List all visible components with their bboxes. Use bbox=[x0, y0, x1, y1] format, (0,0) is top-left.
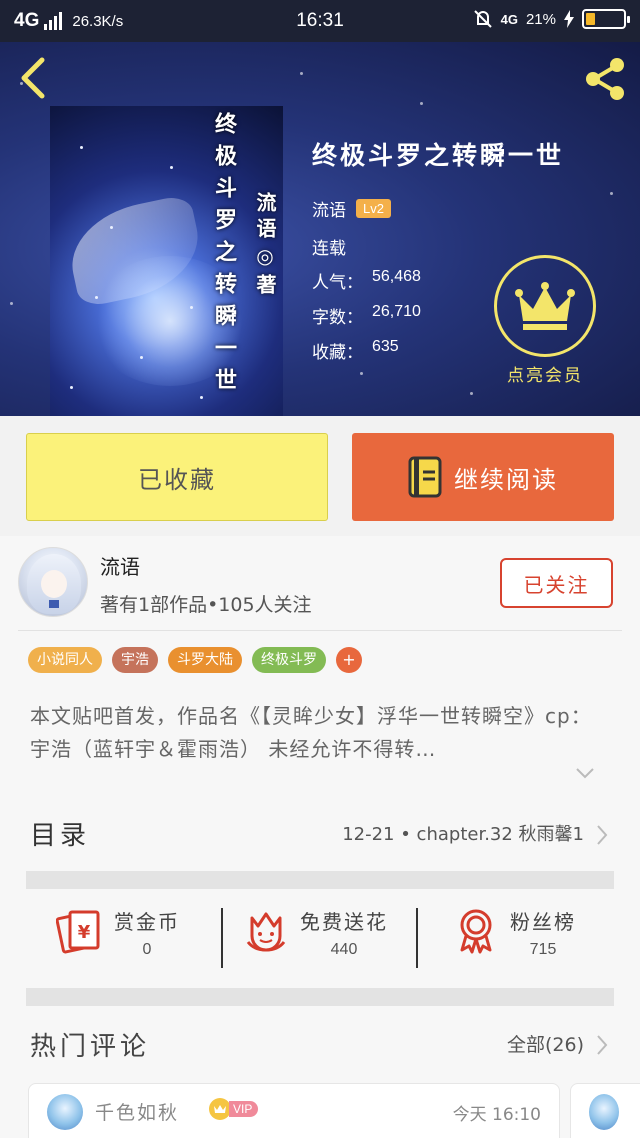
continue-reading-button[interactable]: 继续阅读 bbox=[352, 433, 614, 521]
commenter-avatar[interactable] bbox=[589, 1094, 619, 1130]
book-description[interactable]: 本文贴吧首发，作品名《【灵眸少女】浮华一世转瞬空》cp：宇浩（蓝轩宇＆霍雨浩） … bbox=[30, 700, 610, 766]
collected-label: 已收藏 bbox=[138, 465, 216, 494]
divider bbox=[221, 908, 223, 968]
network-type-right: 4G bbox=[500, 11, 518, 27]
book-title: 终极斗罗之转瞬一世 bbox=[312, 141, 565, 170]
commenter-name[interactable]: 千色如秋 bbox=[95, 1098, 179, 1125]
medal-icon bbox=[460, 909, 492, 954]
all-comments-link[interactable]: 全部(26) bbox=[507, 1030, 584, 1057]
author-meta: 著有1部作品•105人关注 bbox=[100, 594, 312, 616]
back-arrow-icon[interactable] bbox=[14, 56, 54, 100]
chevron-right-icon bbox=[597, 825, 608, 845]
vip-button[interactable]: 点亮会员 bbox=[490, 255, 600, 386]
tag-item[interactable]: 终极斗罗 bbox=[252, 647, 326, 673]
battery-icon bbox=[582, 9, 630, 29]
comment-time: 今天 16:10 bbox=[452, 1105, 541, 1125]
stat-favorites: 收藏： 635 bbox=[312, 338, 399, 363]
red-envelope-icon: ¥ bbox=[56, 910, 100, 954]
tag-item[interactable]: 宇浩 bbox=[112, 647, 158, 673]
tip-coins-button[interactable]: ¥ 赏金币 0 bbox=[56, 906, 180, 959]
comment-card[interactable]: 千色如秋 VIP 今天 16:10 bbox=[28, 1083, 560, 1138]
charging-icon bbox=[564, 10, 574, 28]
engagement-row: ¥ 赏金币 0 免费送花 440 粉丝榜 715 bbox=[0, 888, 640, 988]
svg-text:¥: ¥ bbox=[78, 922, 91, 943]
chevron-down-icon[interactable] bbox=[575, 766, 595, 780]
fan-ranking-button[interactable]: 粉丝榜 715 bbox=[452, 906, 576, 959]
section-separator bbox=[26, 988, 614, 1006]
table-of-contents-row[interactable]: 目录 12-21 • chapter.32 秋雨馨1 bbox=[0, 795, 640, 871]
crown-icon bbox=[209, 1098, 231, 1120]
stat-popularity: 人气： 56,468 bbox=[312, 268, 421, 293]
follow-button[interactable]: 已关注 bbox=[500, 558, 613, 608]
tag-list: 小说同人 宇浩 斗罗大陆 终极斗罗 + bbox=[28, 647, 362, 673]
book-cover[interactable]: 终极斗罗之转瞬一世 流语◎著 bbox=[50, 106, 283, 416]
hot-comments-header: 热门评论 全部(26) bbox=[0, 1012, 640, 1072]
book-detail-page: 4G 26.3K/s 16:31 4G 21% 终极斗罗之转瞬一世 流语◎著 终… bbox=[0, 0, 640, 1138]
hot-comments-title: 热门评论 bbox=[30, 1032, 151, 1062]
section-separator bbox=[26, 871, 614, 889]
mute-icon bbox=[473, 10, 492, 28]
comment-card[interactable] bbox=[570, 1083, 640, 1138]
tag-item[interactable]: 小说同人 bbox=[28, 647, 102, 673]
author-name[interactable]: 流语 bbox=[100, 551, 140, 580]
status-bar: 4G 26.3K/s 16:31 4G 21% bbox=[0, 0, 640, 42]
vip-label: 点亮会员 bbox=[507, 366, 583, 386]
flower-icon bbox=[246, 912, 286, 952]
crown-icon bbox=[515, 282, 575, 330]
cover-author: 流语◎著 bbox=[253, 192, 277, 300]
chevron-right-icon[interactable] bbox=[596, 1034, 608, 1056]
share-icon[interactable] bbox=[580, 54, 630, 104]
divider bbox=[416, 908, 418, 968]
toc-title: 目录 bbox=[30, 821, 91, 851]
vip-badge: VIP bbox=[209, 1098, 259, 1120]
tag-item[interactable]: 斗罗大陆 bbox=[168, 647, 242, 673]
author-avatar[interactable] bbox=[18, 547, 88, 617]
continue-reading-label: 继续阅读 bbox=[454, 465, 558, 494]
book-author[interactable]: 流语 bbox=[312, 196, 346, 221]
author-level-badge: Lv2 bbox=[356, 199, 391, 218]
book-header: 终极斗罗之转瞬一世 流语◎著 终极斗罗之转瞬一世 流语 Lv2 连载 人气： 56… bbox=[0, 42, 640, 416]
cover-title: 终极斗罗之转瞬一世 bbox=[211, 112, 237, 400]
collected-button[interactable]: 已收藏 bbox=[26, 433, 328, 521]
battery-percent: 21% bbox=[525, 10, 556, 28]
divider bbox=[18, 630, 622, 631]
latest-chapter: 12-21 • chapter.32 秋雨馨1 bbox=[342, 824, 584, 845]
book-info: 终极斗罗之转瞬一世 流语 Lv2 连载 人气： 56,468 字数： 26,710 … bbox=[312, 136, 565, 363]
book-status: 连载 bbox=[312, 239, 346, 259]
send-flower-button[interactable]: 免费送花 440 bbox=[242, 906, 388, 959]
commenter-avatar[interactable] bbox=[47, 1094, 83, 1130]
book-icon bbox=[408, 456, 442, 498]
stat-word-count: 字数： 26,710 bbox=[312, 303, 421, 328]
add-tag-button[interactable]: + bbox=[336, 647, 362, 673]
